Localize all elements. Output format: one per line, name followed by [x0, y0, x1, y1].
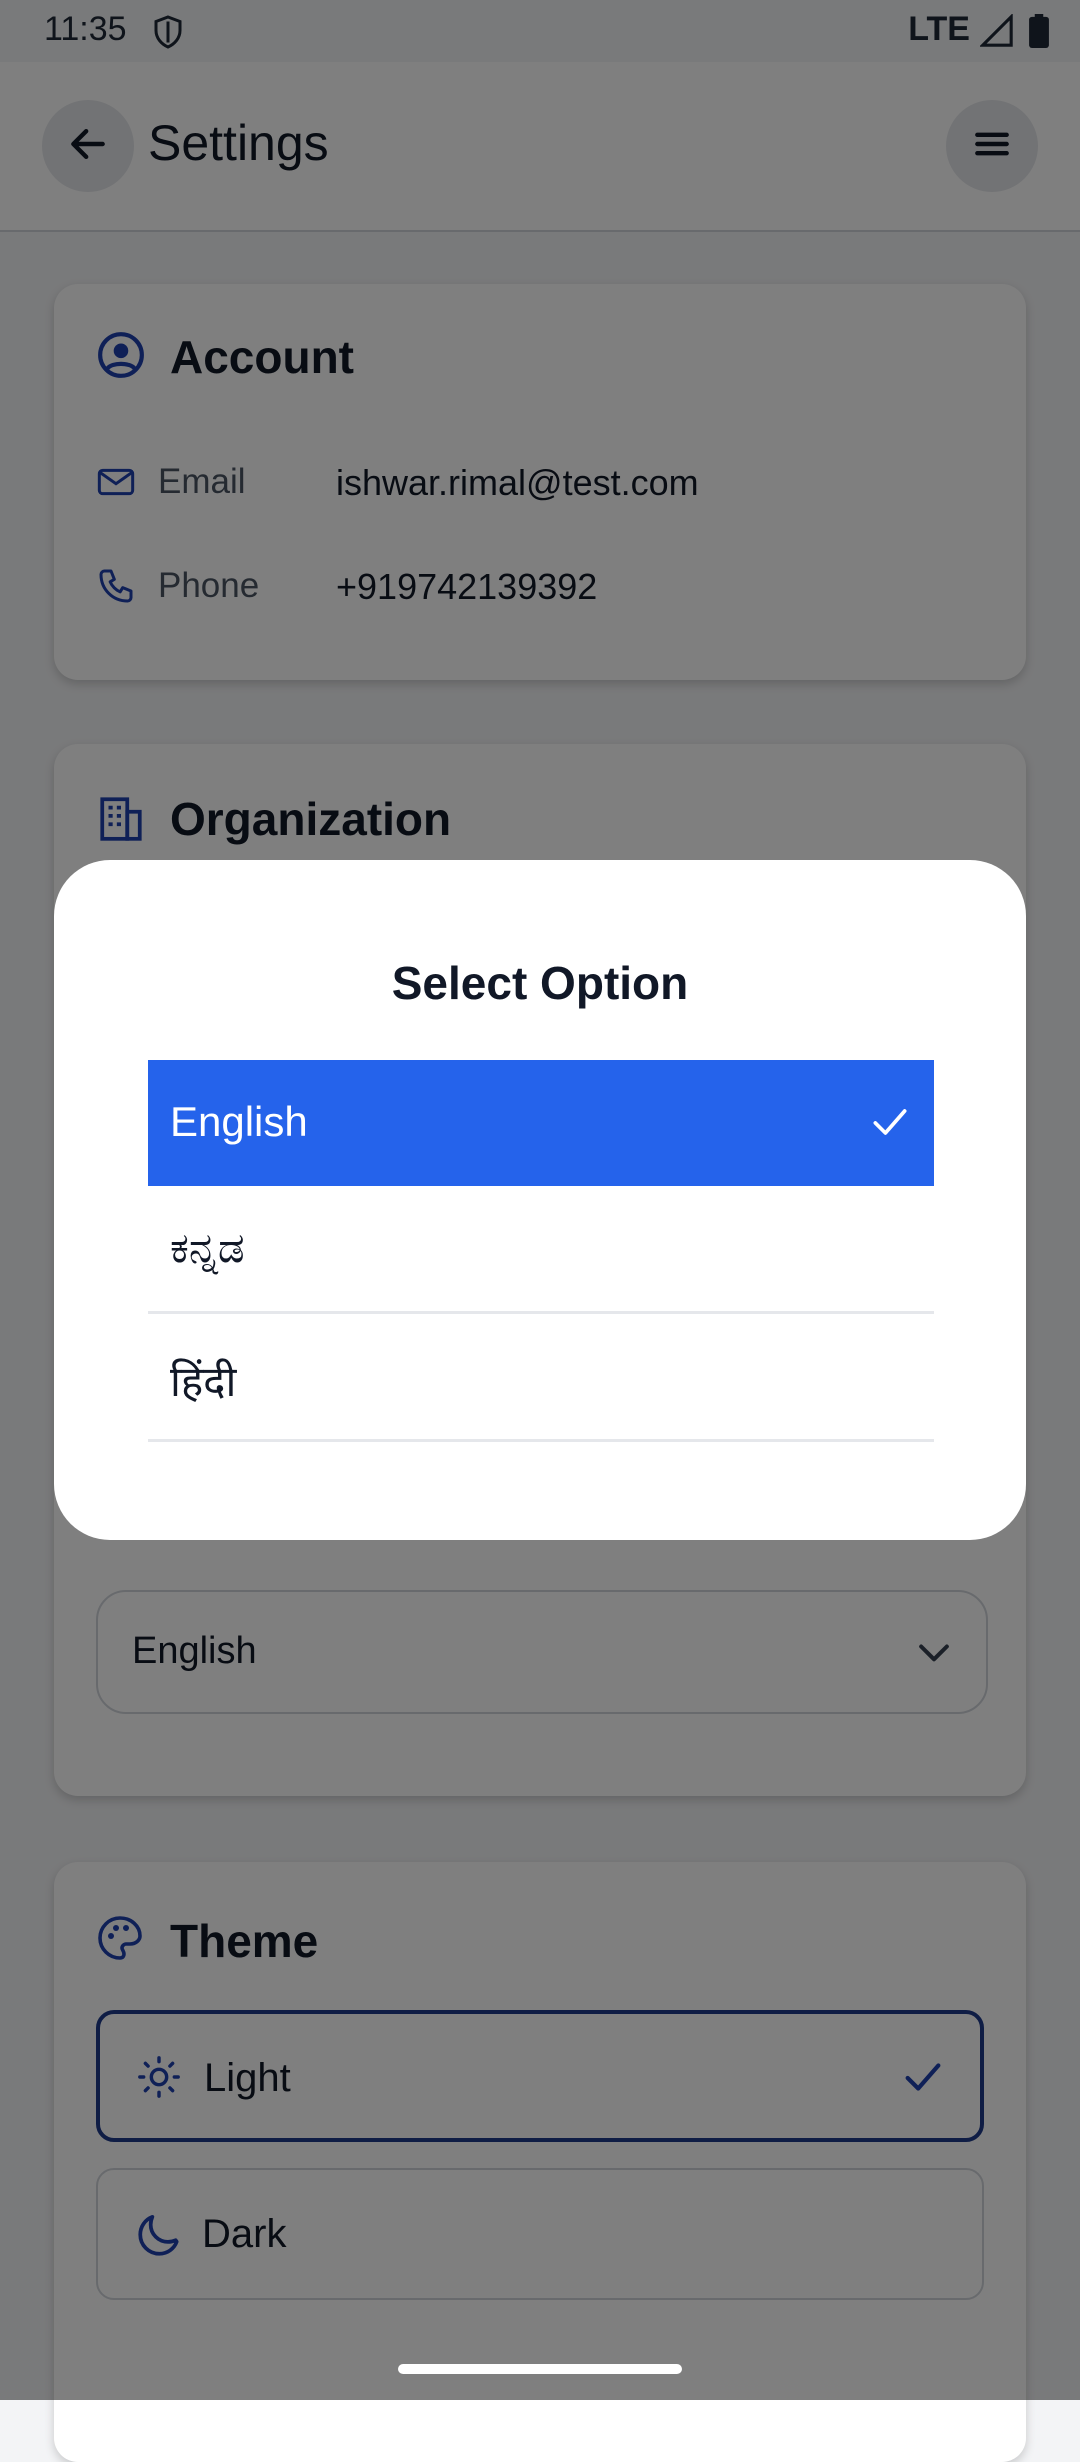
select-option-dialog: Select Option English ಕನ್ನಡ हिंदी — [54, 860, 1026, 1540]
dialog-option-hindi[interactable]: हिंदी — [148, 1314, 934, 1442]
dialog-option-kannada[interactable]: ಕನ್ನಡ — [148, 1186, 934, 1314]
dialog-option-label: English — [170, 1098, 308, 1145]
dialog-option-label: ಕನ್ನಡ — [170, 1224, 245, 1271]
dialog-option-label: हिंदी — [170, 1358, 237, 1405]
home-indicator[interactable] — [398, 2364, 682, 2374]
check-icon — [868, 1100, 912, 1144]
dialog-title: Select Option — [391, 957, 689, 1009]
dialog-option-english[interactable]: English — [148, 1060, 934, 1186]
